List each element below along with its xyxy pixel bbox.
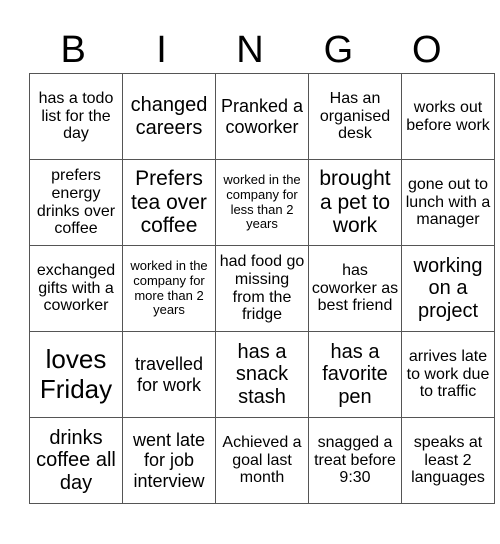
bingo-header: B I N G O (29, 28, 471, 73)
header-letter-o: O (411, 29, 442, 71)
bingo-cell[interactable]: prefers energy drinks over coffee (29, 159, 123, 246)
bingo-cell[interactable]: snagged a treat before 9:30 (308, 417, 402, 504)
bingo-cell[interactable]: travelled for work (122, 331, 216, 418)
grid-row: exchanged gifts with a coworker worked i… (29, 245, 495, 332)
bingo-cell[interactable]: arrives late to work due to traffic (401, 331, 495, 418)
bingo-cell[interactable]: speaks at least 2 languages (401, 417, 495, 504)
header-letter-b: B (60, 29, 86, 71)
bingo-cell[interactable]: Prefers tea over coffee (122, 159, 216, 246)
bingo-cell[interactable]: went late for job interview (122, 417, 216, 504)
grid-row: has a todo list for the day changed care… (29, 73, 495, 160)
grid-row: drinks coffee all day went late for job … (29, 417, 495, 504)
bingo-cell[interactable]: brought a pet to work (308, 159, 402, 246)
bingo-cell[interactable]: gone out to lunch with a manager (401, 159, 495, 246)
grid-row: prefers energy drinks over coffee Prefer… (29, 159, 495, 246)
bingo-cell[interactable]: drinks coffee all day (29, 417, 123, 504)
bingo-cell[interactable]: had food go missing from the fridge (215, 245, 309, 332)
bingo-grid: has a todo list for the day changed care… (29, 73, 495, 504)
bingo-cell[interactable]: has a favorite pen (308, 331, 402, 418)
bingo-cell[interactable]: worked in the company for more than 2 ye… (122, 245, 216, 332)
bingo-cell[interactable]: has a snack stash (215, 331, 309, 418)
bingo-cell[interactable]: exchanged gifts with a coworker (29, 245, 123, 332)
header-letter-i: I (156, 29, 167, 71)
bingo-cell[interactable]: worked in the company for less than 2 ye… (215, 159, 309, 246)
bingo-cell[interactable]: working on a project (401, 245, 495, 332)
bingo-cell[interactable]: Has an organised desk (308, 73, 402, 160)
bingo-cell[interactable]: loves Friday (29, 331, 123, 418)
bingo-cell[interactable]: Pranked a coworker (215, 73, 309, 160)
bingo-cell[interactable]: Achieved a goal last month (215, 417, 309, 504)
bingo-cell[interactable]: changed careers (122, 73, 216, 160)
bingo-cell[interactable]: works out before work (401, 73, 495, 160)
bingo-cell[interactable]: has coworker as best friend (308, 245, 402, 332)
grid-row: loves Friday travelled for work has a sn… (29, 331, 495, 418)
header-letter-n: N (236, 29, 264, 71)
bingo-cell[interactable]: has a todo list for the day (29, 73, 123, 160)
header-letter-g: G (323, 29, 354, 71)
